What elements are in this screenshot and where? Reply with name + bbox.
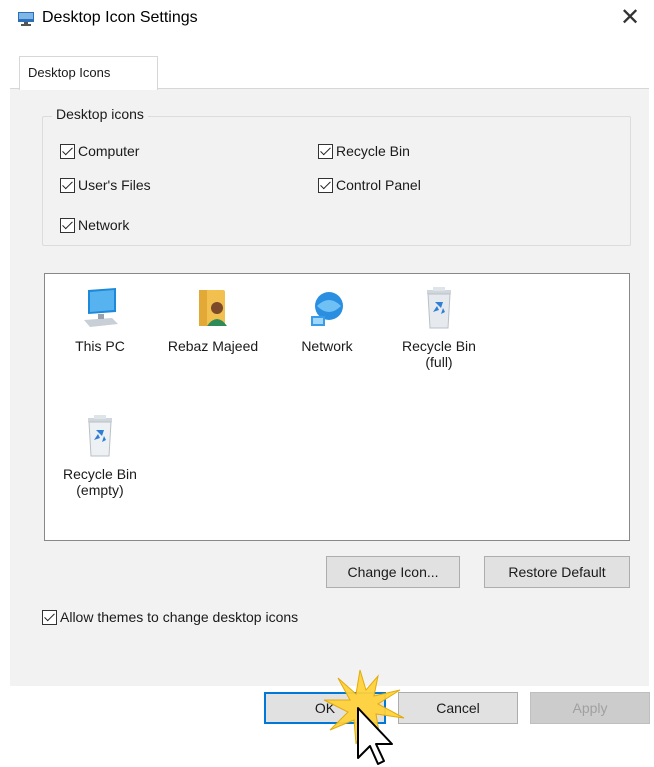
tab-desktop-icons[interactable]: Desktop Icons — [19, 56, 158, 90]
checkmark-icon — [318, 177, 333, 193]
title-bar: Desktop Icon Settings ✕ — [0, 0, 654, 38]
network-checkbox[interactable]: Network — [60, 214, 129, 236]
item-caption: Rebaz Majeed — [167, 338, 259, 354]
desktop-icon-settings-dialog: Desktop Icon Settings ✕ Desktop Icons De… — [0, 0, 654, 767]
item-caption: Recycle Bin (full) — [402, 338, 476, 370]
groupbox-legend: Desktop icons — [52, 106, 148, 122]
list-item-network[interactable]: Network — [272, 286, 382, 354]
checkbox-label: Computer — [78, 143, 140, 159]
close-icon: ✕ — [619, 4, 641, 31]
allow-themes-checkbox[interactable]: Allow themes to change desktop icons — [42, 606, 298, 628]
checkbox-label: Control Panel — [336, 177, 421, 193]
checkmark-icon — [318, 143, 333, 159]
window-title: Desktop Icon Settings — [42, 9, 198, 26]
control-panel-checkbox[interactable]: Control Panel — [318, 174, 421, 196]
item-caption: Network — [301, 338, 353, 354]
close-button[interactable]: ✕ — [608, 2, 652, 34]
list-item-user-folder[interactable]: Rebaz Majeed — [158, 286, 268, 354]
checkmark-icon — [60, 177, 75, 193]
desktop-icon-list[interactable]: This PC Rebaz Majeed Network Recycle Bin… — [44, 273, 630, 541]
checkmark-icon — [60, 217, 75, 233]
change-icon-button[interactable]: Change Icon... — [326, 556, 460, 588]
restore-default-button[interactable]: Restore Default — [484, 556, 630, 588]
list-item-recycle-bin-empty[interactable]: Recycle Bin (empty) — [45, 414, 155, 498]
desktop-settings-icon — [18, 12, 34, 26]
list-item-this-pc[interactable]: This PC — [45, 286, 155, 354]
computer-icon — [84, 288, 118, 327]
recycle-bin-checkbox[interactable]: Recycle Bin — [318, 140, 410, 162]
tab-label: Desktop Icons — [28, 65, 111, 80]
item-caption: Recycle Bin (empty) — [63, 466, 137, 498]
recycle-bin-full-icon — [427, 287, 451, 329]
checkmark-icon — [60, 143, 75, 159]
list-item-recycle-bin-full[interactable]: Recycle Bin (full) — [384, 286, 494, 370]
item-caption: This PC — [75, 338, 125, 354]
network-icon — [311, 292, 343, 326]
recycle-bin-empty-icon — [88, 415, 112, 457]
cancel-button[interactable]: Cancel — [398, 692, 518, 724]
apply-button[interactable]: Apply — [530, 692, 650, 724]
users-files-checkbox[interactable]: User's Files — [60, 174, 151, 196]
ok-button[interactable]: OK — [264, 692, 386, 724]
checkmark-icon — [42, 609, 57, 625]
user-folder-icon — [199, 290, 227, 326]
computer-checkbox[interactable]: Computer — [60, 140, 139, 162]
checkbox-label: Recycle Bin — [336, 143, 410, 159]
checkbox-label: Allow themes to change desktop icons — [60, 609, 299, 625]
checkbox-label: User's Files — [78, 177, 151, 193]
checkbox-label: Network — [78, 217, 130, 233]
